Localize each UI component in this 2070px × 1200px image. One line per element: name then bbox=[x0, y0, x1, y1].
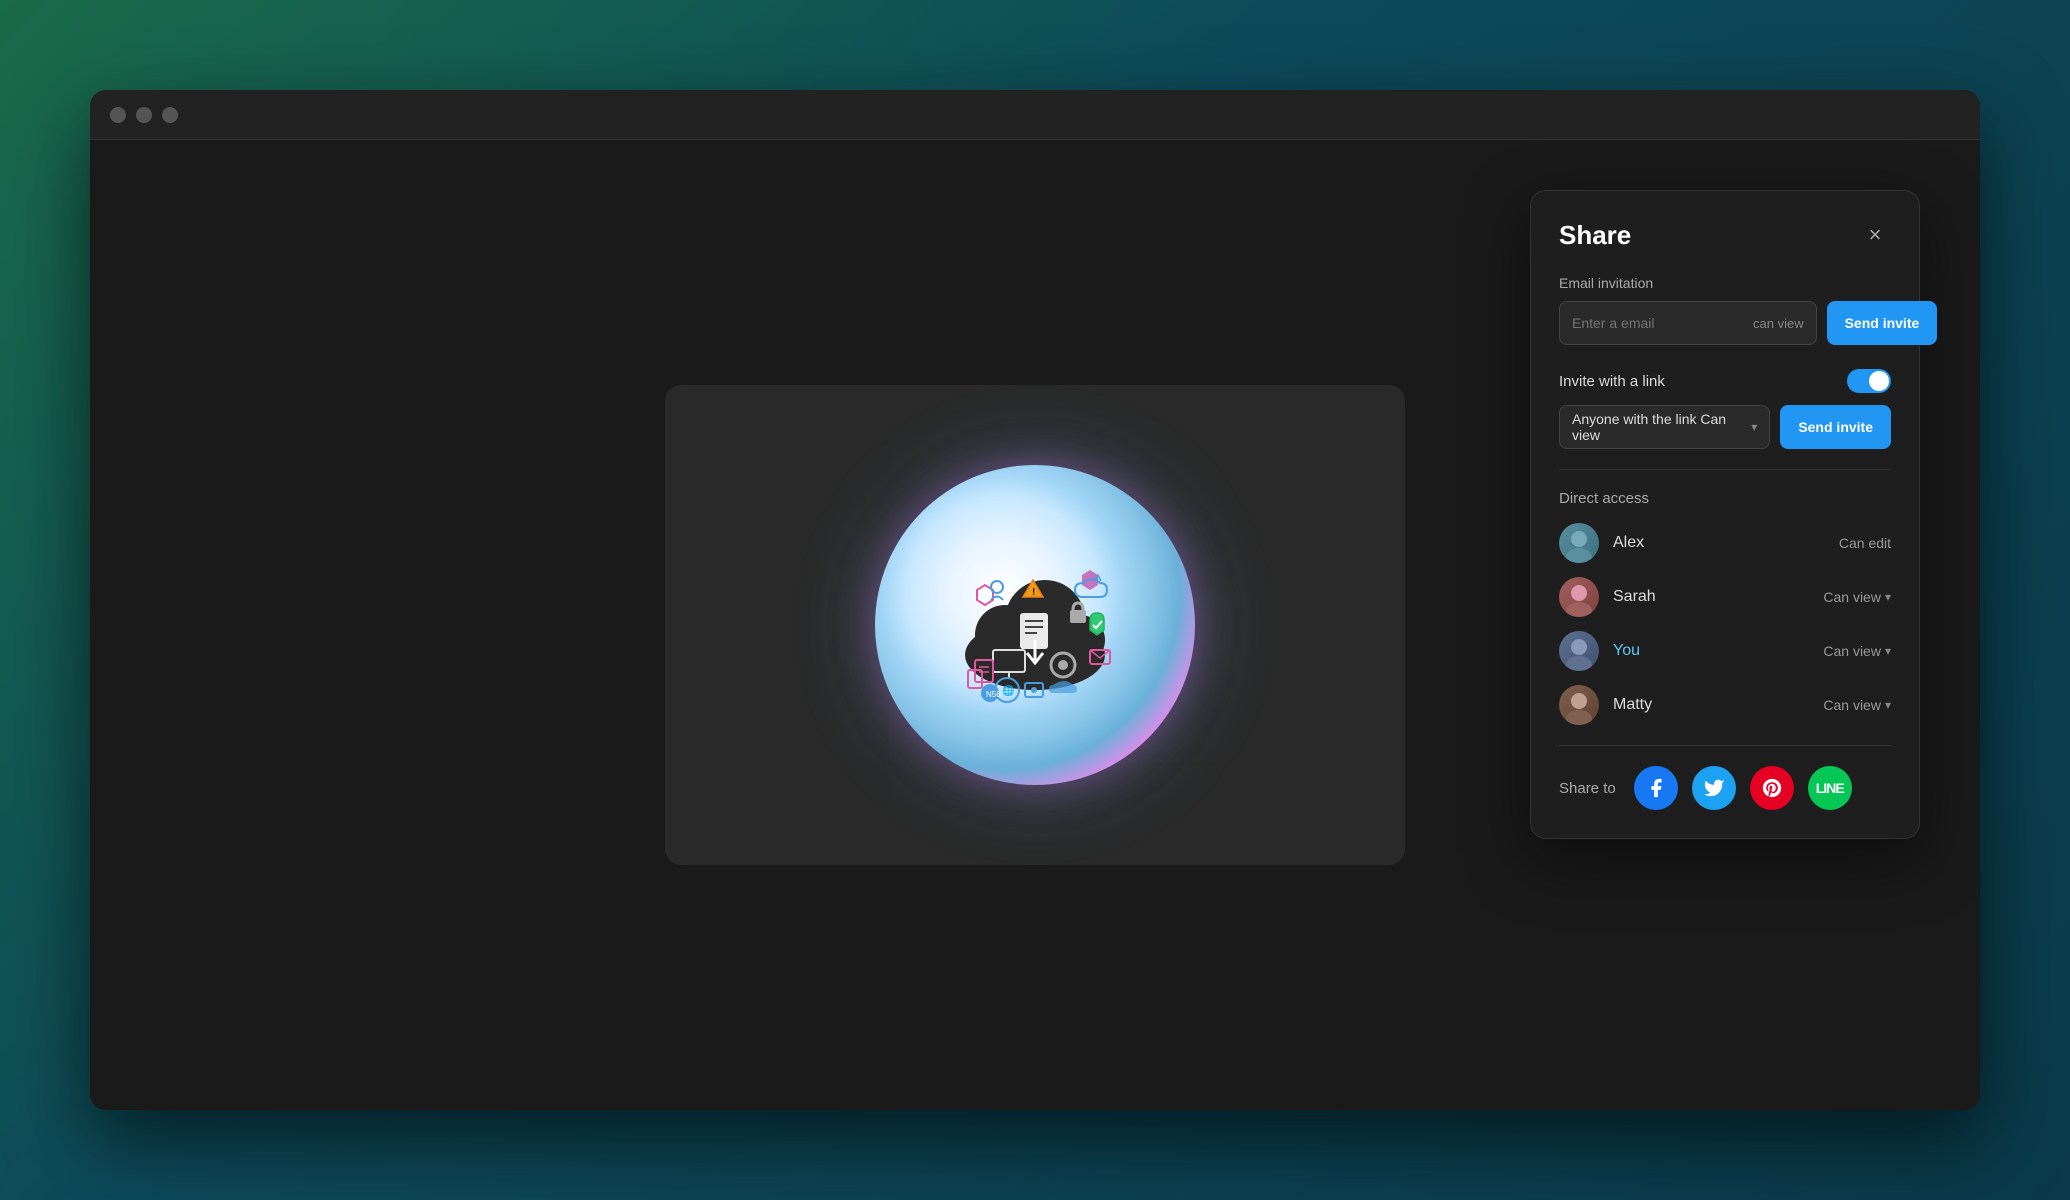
share-to-label: Share to bbox=[1559, 780, 1616, 797]
user-row: Matty Can view ▾ bbox=[1559, 685, 1891, 725]
direct-access-label: Direct access bbox=[1559, 490, 1891, 507]
cloud-svg: ! 🌐 bbox=[935, 545, 1135, 705]
permission-sarah: Can view bbox=[1823, 589, 1881, 605]
line-share-button[interactable]: LINE bbox=[1808, 766, 1852, 810]
link-section-label: Invite with a link bbox=[1559, 373, 1665, 390]
share-title: Share bbox=[1559, 220, 1631, 251]
user-name-alex: Alex bbox=[1613, 534, 1825, 552]
close-button[interactable]: × bbox=[1859, 219, 1891, 251]
matty-permission-dropdown[interactable]: Can view ▾ bbox=[1823, 697, 1891, 713]
cloud-illustration: ! 🌐 bbox=[855, 445, 1215, 805]
email-row: can view Send invite bbox=[1559, 301, 1891, 345]
link-row: Anyone with the link Can view ▾ Send inv… bbox=[1559, 405, 1891, 449]
user-list: Alex Can edit Sarah Can view ▾ bbox=[1559, 523, 1891, 725]
user-row: Alex Can edit bbox=[1559, 523, 1891, 563]
twitter-share-button[interactable] bbox=[1692, 766, 1736, 810]
link-select-wrapper[interactable]: Anyone with the link Can view ▾ bbox=[1559, 405, 1770, 449]
avatar-you bbox=[1559, 631, 1599, 671]
link-select-text: Anyone with the link Can view bbox=[1572, 411, 1751, 443]
link-header-row: Invite with a link bbox=[1559, 369, 1891, 393]
sarah-permission-dropdown[interactable]: Can view ▾ bbox=[1823, 589, 1891, 605]
user-name-matty: Matty bbox=[1613, 696, 1809, 714]
divider-1 bbox=[1559, 469, 1891, 470]
title-bar bbox=[90, 90, 1980, 140]
svg-text:!: ! bbox=[1032, 587, 1035, 598]
share-to-row: Share to LINE bbox=[1559, 766, 1891, 810]
divider-2 bbox=[1559, 745, 1891, 746]
svg-text:🌐: 🌐 bbox=[1002, 684, 1014, 697]
share-panel: Share × Email invitation can view Send i… bbox=[1530, 190, 1920, 839]
avatar-matty bbox=[1559, 685, 1599, 725]
user-row: You Can view ▾ bbox=[1559, 631, 1891, 671]
share-header: Share × bbox=[1559, 219, 1891, 251]
link-send-invite-button[interactable]: Send invite bbox=[1780, 405, 1891, 449]
facebook-share-button[interactable] bbox=[1634, 766, 1678, 810]
email-send-invite-button[interactable]: Send invite bbox=[1827, 301, 1938, 345]
permission-alex: Can edit bbox=[1839, 535, 1891, 551]
chevron-down-icon: ▾ bbox=[1885, 590, 1891, 604]
traffic-light-red bbox=[110, 107, 126, 123]
user-name-sarah: Sarah bbox=[1613, 588, 1809, 606]
orb: ! 🌐 bbox=[875, 465, 1195, 785]
link-section: Invite with a link Anyone with the link … bbox=[1559, 369, 1891, 449]
traffic-light-yellow bbox=[136, 107, 152, 123]
chevron-down-icon: ▾ bbox=[1885, 698, 1891, 712]
chevron-down-icon: ▾ bbox=[1751, 420, 1757, 434]
avatar-alex bbox=[1559, 523, 1599, 563]
user-row: Sarah Can view ▾ bbox=[1559, 577, 1891, 617]
user-name-you: You bbox=[1613, 642, 1809, 660]
main-content: ! 🌐 bbox=[90, 140, 1980, 1110]
traffic-light-green bbox=[162, 107, 178, 123]
email-section-label: Email invitation bbox=[1559, 275, 1891, 291]
svg-text:N56: N56 bbox=[986, 690, 1001, 699]
email-input-wrapper[interactable]: can view bbox=[1559, 301, 1817, 345]
chevron-down-icon: ▾ bbox=[1885, 644, 1891, 658]
avatar-sarah bbox=[1559, 577, 1599, 617]
can-view-label: can view bbox=[1753, 316, 1804, 331]
pinterest-share-button[interactable] bbox=[1750, 766, 1794, 810]
invite-link-toggle[interactable] bbox=[1847, 369, 1891, 393]
image-frame: ! 🌐 bbox=[665, 385, 1405, 865]
email-input[interactable] bbox=[1572, 315, 1753, 331]
permission-you: Can view bbox=[1823, 643, 1881, 659]
you-permission-dropdown[interactable]: Can view ▾ bbox=[1823, 643, 1891, 659]
app-window: ! 🌐 bbox=[90, 90, 1980, 1110]
permission-matty: Can view bbox=[1823, 697, 1881, 713]
